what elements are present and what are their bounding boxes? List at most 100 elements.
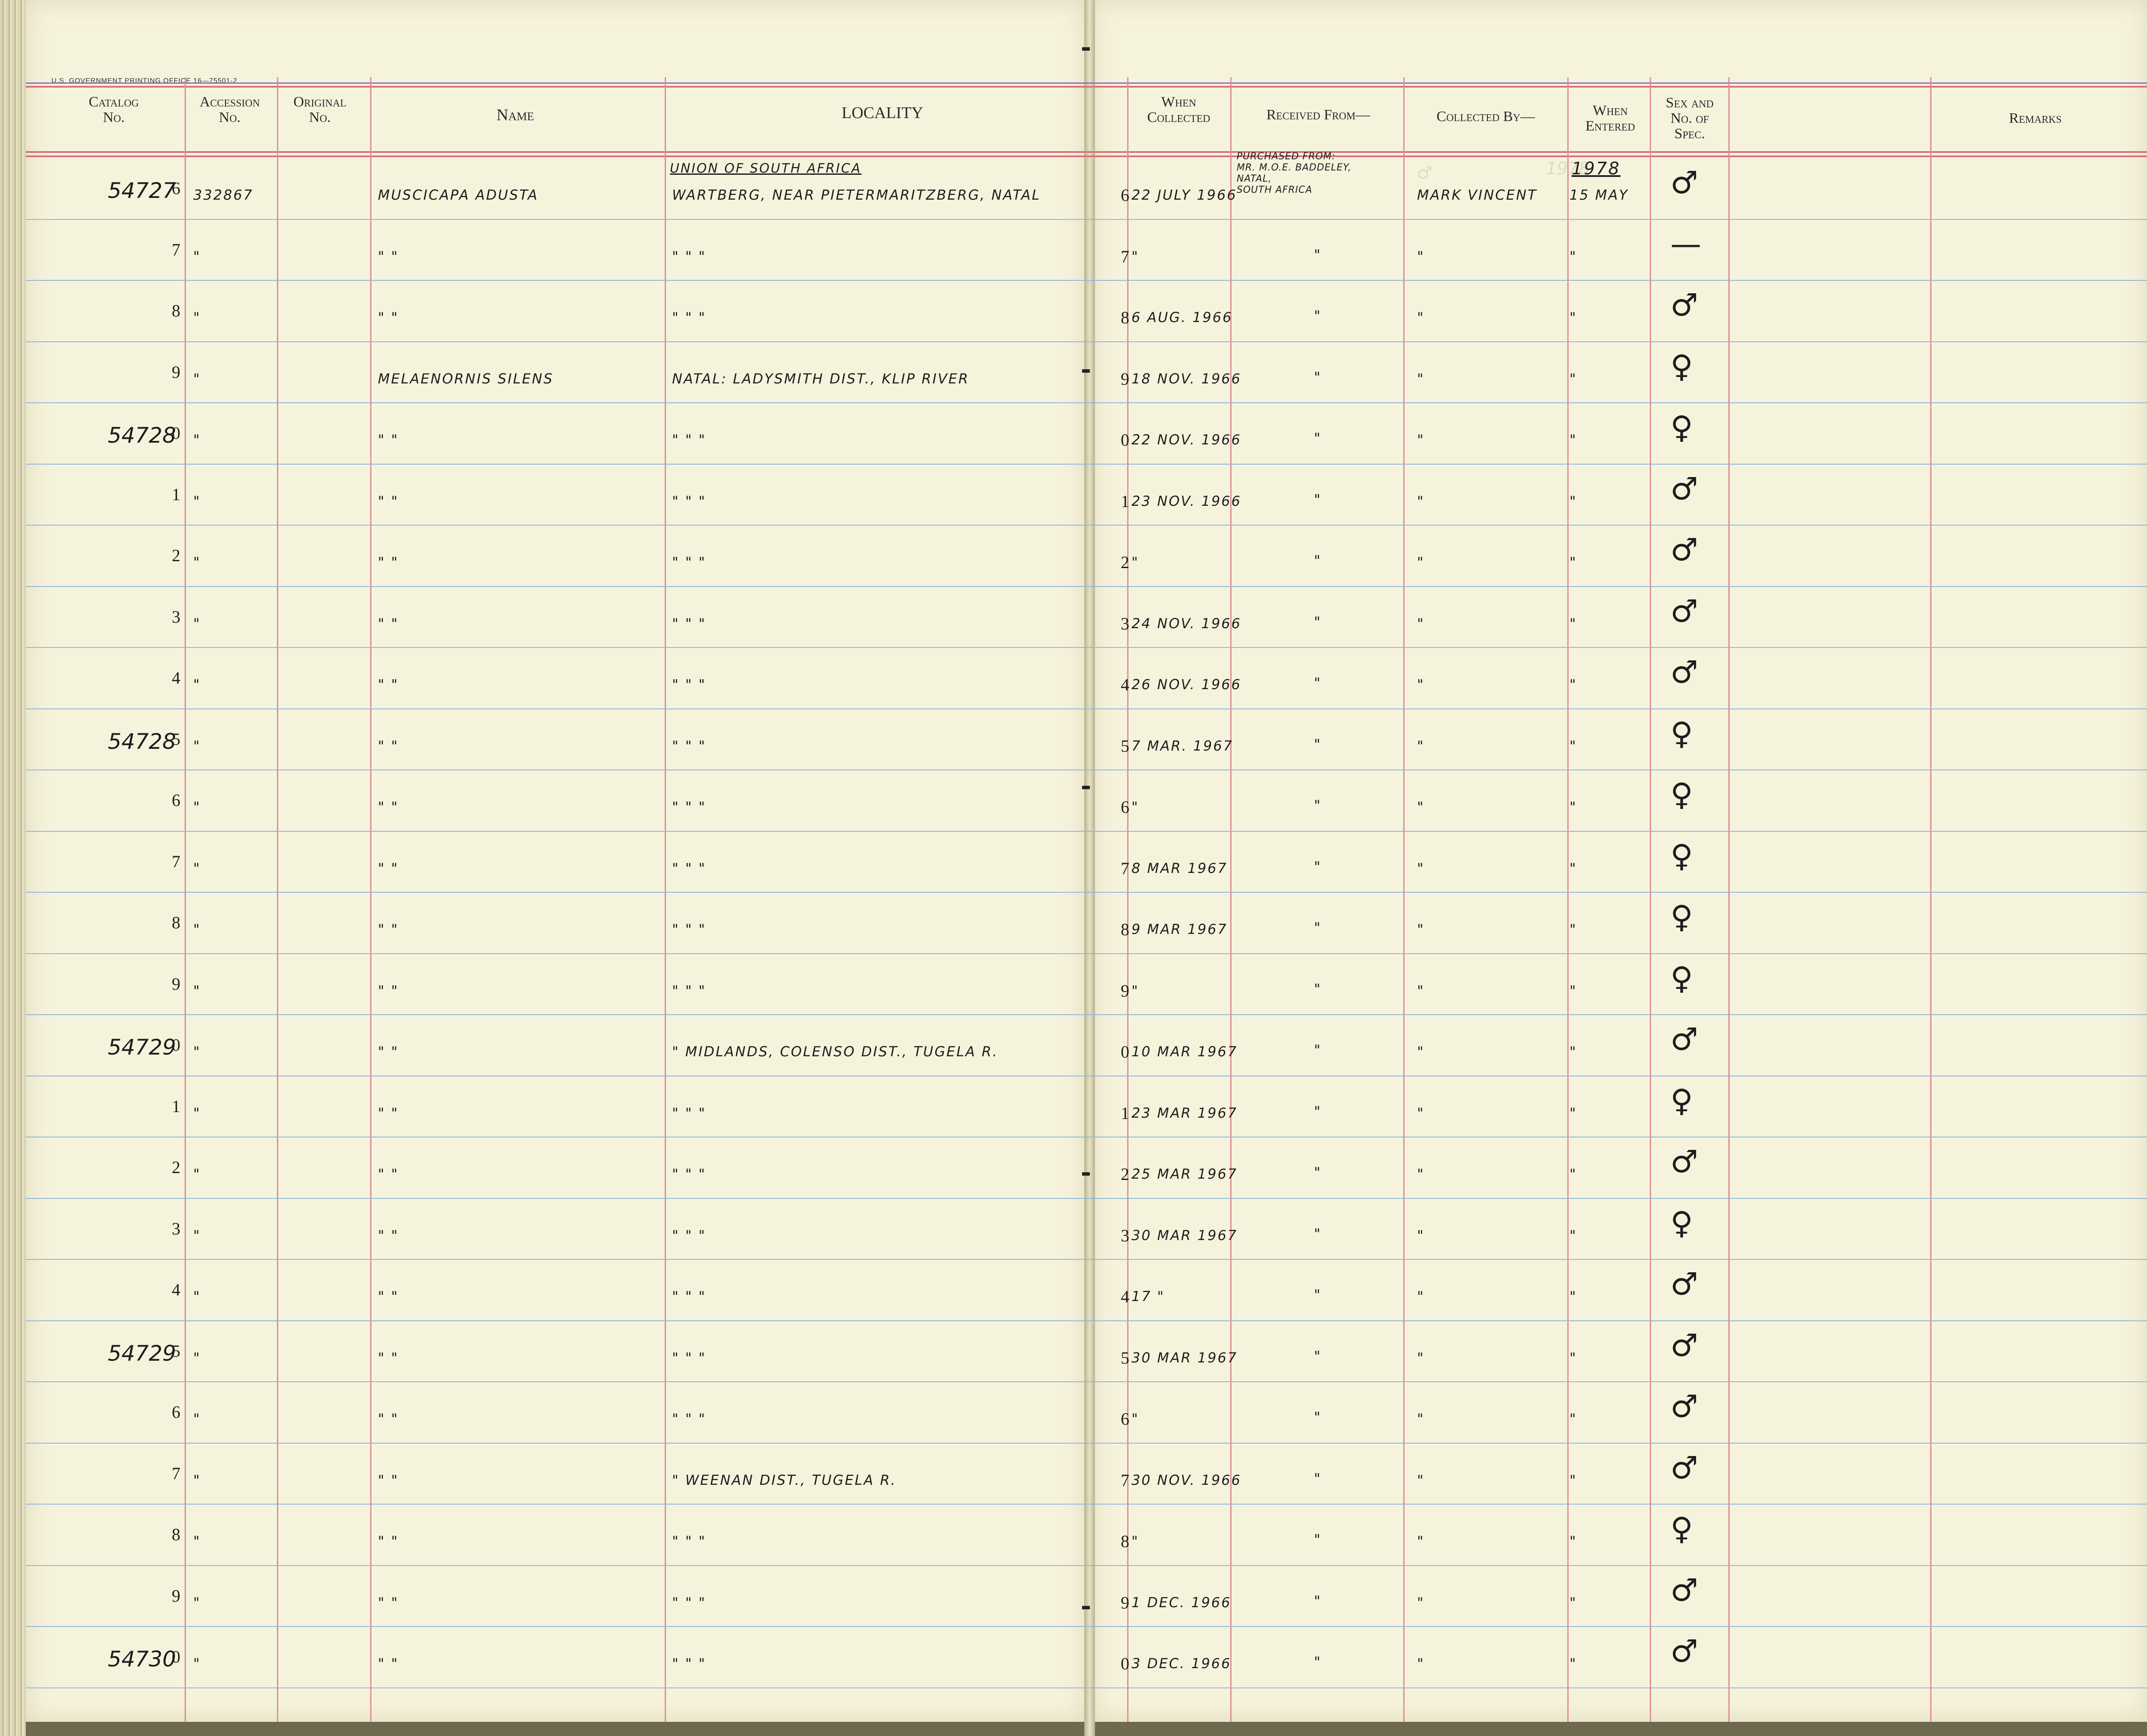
when-collected: " (1131, 1411, 1139, 1427)
collected-by: " (1417, 799, 1425, 815)
locality: " " " (672, 615, 706, 632)
received-from: " (1314, 430, 1320, 446)
col-rule (185, 77, 186, 1722)
when-collected: 30 NOV. 1966 (1131, 1471, 1242, 1488)
collected-digit: 8 (1121, 308, 1129, 327)
when-entered: " (1569, 921, 1577, 937)
locality: WARTBERG, NEAR PIETERMARITZBERG, NATAL (672, 187, 1041, 203)
accession-number: " (193, 1349, 201, 1366)
collected-by: " (1417, 1411, 1425, 1427)
collected-by: " (1417, 248, 1425, 265)
when-entered: " (1569, 860, 1577, 876)
when-collected: " (1131, 982, 1139, 999)
sex-symbol: ♂ (1670, 593, 1698, 629)
accession-number: " (193, 1411, 201, 1427)
col-rule (1728, 77, 1730, 1722)
locality: " " " (672, 1227, 706, 1243)
collected-digit: 4 (1121, 1287, 1129, 1306)
sex-symbol: ♀ (1670, 1511, 1693, 1547)
collected-digit: 0 (1121, 1042, 1129, 1061)
specimen-name: " " (378, 982, 399, 999)
when-entered: 15 MAY (1569, 187, 1629, 203)
catalog-digit: 9 (172, 974, 180, 994)
locality: " " " (672, 493, 706, 509)
collected-digit: 7 (1121, 246, 1129, 266)
accession-number: " (193, 1227, 201, 1243)
row-rule (26, 341, 2147, 342)
received-from: " (1314, 797, 1320, 813)
locality: " " " (672, 737, 706, 754)
accession-number: " (193, 1166, 201, 1182)
header-bottom-rule (26, 151, 2147, 153)
sex-symbol: ♀ (1670, 837, 1693, 874)
received-from: " (1314, 858, 1320, 875)
collected-digit: 7 (1121, 858, 1129, 878)
catalog-digit: 7 (172, 1463, 180, 1483)
sex-symbol: ♀ (1670, 409, 1693, 445)
accession-number: " (193, 982, 201, 999)
locality: " " " (672, 309, 706, 325)
specimen-name: " " (378, 1471, 399, 1488)
received-from: " (1314, 736, 1320, 752)
header-accession: Accession No. (199, 94, 260, 125)
collected-by: " (1417, 1166, 1425, 1182)
specimen-name: " " (378, 1533, 399, 1549)
accession-number: " (193, 1471, 201, 1488)
collected-by: " (1417, 860, 1425, 876)
catalog-digit: 0 (172, 423, 180, 443)
specimen-name: " " (378, 799, 399, 815)
row-rule (26, 219, 2147, 220)
when-entered: " (1569, 1349, 1577, 1366)
sex-symbol: ♂ (1670, 1388, 1698, 1424)
locality: " " " (672, 799, 706, 815)
row-rule (26, 525, 2147, 526)
row-rule (26, 892, 2147, 893)
collected-by: " (1417, 921, 1425, 937)
when-entered: " (1569, 737, 1577, 754)
when-collected: 30 MAR 1967 (1131, 1227, 1238, 1243)
specimen-name: " " (378, 309, 399, 325)
received-from: " (1314, 1470, 1320, 1487)
specimen-name: " " (378, 615, 399, 632)
collected-digit: 0 (1121, 1654, 1129, 1673)
collected-by: " (1417, 554, 1425, 570)
when-collected: 8 MAR 1967 (1131, 860, 1228, 876)
row-rule (26, 1198, 2147, 1199)
book-gutter (1084, 0, 1095, 1736)
received-from: " (1314, 491, 1320, 508)
when-entered: " (1569, 1594, 1577, 1611)
header-name: Name (496, 106, 534, 124)
locality: " " " (672, 982, 706, 999)
specimen-name: " " (378, 493, 399, 509)
collected-digit: 4 (1121, 675, 1129, 694)
locality: NATAL: LADYSMITH DIST., KLIP RIVER (672, 370, 970, 387)
when-collected: 7 MAR. 1967 (1131, 737, 1234, 754)
received-from: " (1314, 552, 1320, 569)
sex-symbol: ♂ (1670, 1143, 1698, 1180)
when-collected: 22 JULY 1966 (1131, 187, 1237, 203)
collected-digit: 5 (1121, 1348, 1129, 1368)
when-collected: 3 DEC. 1966 (1131, 1655, 1232, 1672)
catalog-digit: 9 (172, 1586, 180, 1605)
when-entered: " (1569, 309, 1577, 325)
col-rule (370, 77, 371, 1722)
collected-by: " (1417, 1594, 1425, 1611)
when-entered: " (1569, 554, 1577, 570)
when-entered: " (1569, 676, 1577, 693)
accession-number: " (193, 1043, 201, 1060)
collected-by: " (1417, 309, 1425, 325)
accession-number: " (193, 615, 201, 632)
when-collected: 30 MAR 1967 (1131, 1349, 1238, 1366)
accession-number: " (193, 370, 201, 387)
collected-by: " (1417, 493, 1425, 509)
catalog-digit: 9 (172, 362, 180, 382)
locality: " " " (672, 1655, 706, 1672)
row-rule (26, 1626, 2147, 1627)
when-collected: 22 NOV. 1966 (1131, 432, 1242, 448)
row-rule (26, 402, 2147, 403)
row-rule (26, 647, 2147, 648)
specimen-name: " " (378, 1288, 399, 1304)
row-rule (26, 830, 2147, 832)
collected-by: " (1417, 1349, 1425, 1366)
when-collected: " (1131, 1533, 1139, 1549)
